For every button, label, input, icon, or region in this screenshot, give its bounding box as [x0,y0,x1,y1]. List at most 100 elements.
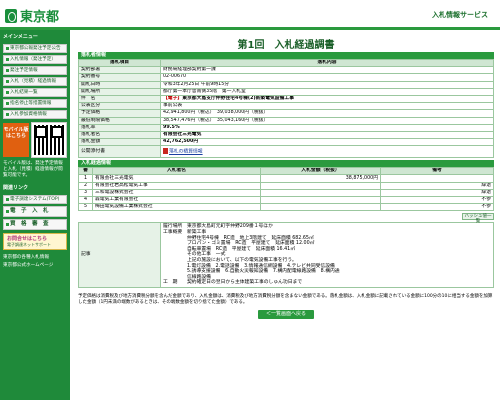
bid-no: 5 [78,203,93,212]
sidebar-item-bid-info[interactable]: 入札情報（発注予定） [3,55,67,64]
bid-amount [260,188,381,198]
row-value: 令和3年2月25日 午前9時15分 [160,80,494,89]
sidebar-item-bid-progress[interactable]: 入札（見積）経過情報 [3,77,67,86]
subject-text: 東京都大島支庁仲野住宅4号棟(2)新築電気設備工事 [182,96,294,102]
logo-text: 東京都 [20,10,60,25]
footnote: 予定価格は消費税及び地方消費税分額を含んだ金額であり、入札金額は、消費税及び地方… [78,293,493,305]
sidebar-item-suspension[interactable]: 指名停止等措置情報 [3,99,67,108]
links-title: 関連リンク [3,185,29,191]
bid-no: 2 [78,181,93,190]
bids-table: 番 入札者名 入札金額（税抜） 備考 1 有限会社三光電気 38,875,000… [78,167,494,212]
col-content: 落札内容 [160,58,494,68]
bid-no: 1 [78,174,93,183]
service-title: 入札情報サービス [432,11,488,19]
table-row: 公表区分 事前公表 [78,102,494,111]
table-row: 落札者名 有限会社三光電気 [78,130,494,140]
bid-note: 辞退 [380,188,494,198]
table-row: 記事 履行場所 東京都大島町元町字仲野209番１号ほか 工事概要 新築工事 仲野… [78,222,494,288]
sidebar-item-bid-results[interactable]: 入札結果一覧 [3,88,67,97]
link-tokyo-bid-info[interactable]: 東京都の各種入札情報 [0,253,70,261]
bid-amount [260,195,381,205]
link-e-bidding[interactable]: 電 子 入 札 [3,206,67,217]
hash-list-button[interactable]: ハッシュ値一覧 [462,213,494,224]
bid-name: 三和電設株式会社 [92,188,261,198]
table-row: 落札率 99.5% [78,123,494,132]
bids-table-header: 番 入札者名 入札金額（税抜） 備考 [78,167,494,176]
table-row: 開札日時 令和3年2月25日 午前9時15分 [78,80,494,89]
row-value: 99.5% [160,123,494,132]
row-value: 02-00670 [160,73,494,82]
table-row: 1 有限会社三光電気 38,875,000円 [78,174,494,183]
bid-note [380,174,494,183]
row-label: 開札場所 [78,87,161,96]
bid-name: 有限会社三光電気 [92,174,261,183]
row-value: 都庁第一本庁舎南側35階 第一入札室 [160,87,494,96]
table-row: 件 名 【電子】東京都大島支庁仲野住宅4号棟(2)新築電気設備工事 [78,94,494,104]
row-label: 落札率 [78,123,161,132]
row-value: 財務局経理部契約第一課 [160,66,494,75]
site-header: 東京都 入札情報サービス [0,0,500,30]
row-label: 最低制限価格 [78,116,161,125]
bid-amount [260,203,381,212]
bid-amount: 38,875,000円 [260,174,381,183]
section-winner-info: 落札者情報 [78,52,494,59]
bid-name: 梅田電気設備工業株式会社 [92,203,261,212]
col-note: 備考 [380,167,494,176]
col-number: 番 [78,167,93,176]
row-value: 有限会社三光電気 [160,130,494,140]
link-qualification-review[interactable]: 資 格 審 査 [3,219,67,230]
table-row: 開札場所 都庁第一本庁舎南側35階 第一入札室 [78,87,494,96]
bid-amount [260,181,381,190]
link-e-procurement[interactable]: 電子調達システム(TOP) [3,195,67,204]
remarks-content: 履行場所 東京都大島町元町字仲野209番１号ほか 工事概要 新築工事 仲野住宅4… [160,222,494,288]
table-row: 5 梅田電気設備工業株式会社 不参 [78,203,494,212]
bid-note: 不参 [380,195,494,205]
table-row: 契約番号 02-00670 [78,73,494,82]
row-value: 42,762,500円 [160,138,494,147]
bid-name: 森電気工業有限会社 [92,195,261,205]
winner-table: 落札項目 落札内容 契約部署 財務局経理部契約第一課 契約番号 02-00670… [78,58,494,159]
sidebar-menu-title: メインメニュー [3,34,38,40]
row-label: 件 名 [78,94,161,104]
contact-subtitle: 電子調達ネットサポート [7,242,51,247]
mobile-section: モバイル版はこちら [3,122,67,158]
page-title: 第1回 入札経過調書 [237,40,335,51]
row-value: 【電子】東京都大島支庁仲野住宅4号棟(2)新築電気設備工事 [160,94,494,104]
qr-code-icon [31,122,67,158]
mobile-note: モバイル版は、発注予定情報と入札（見積）経過情報が閲覧可能です。 [3,161,63,178]
remarks-label: 記事 [78,222,161,288]
table-row: 2 有限会社岩高松電気工事 辞退 [78,181,494,190]
tokyo-emblem-icon [5,8,17,23]
link-tokyo-official[interactable]: 東京都公式ホームページ [0,261,70,269]
row-label: 契約部署 [78,66,161,75]
row-label: 契約番号 [78,73,161,82]
bid-no: 3 [78,188,93,198]
table-row: 公開添付書 落札の積算情報 [78,145,494,159]
main-content: 第1回 入札経過調書 落札者情報 落札項目 落札内容 契約部署 財務局経理部契約… [78,30,494,319]
col-item: 落札項目 [78,58,161,68]
table-row: 4 森電気工業有限会社 不参 [78,195,494,205]
remarks-table: 記事 履行場所 東京都大島町元町字仲野209番１号ほか 工事概要 新築工事 仲野… [78,222,494,288]
section-bid-progress: 入札経過情報 [78,160,494,168]
contact-banner[interactable]: お問合せはこちら 電子調達ネットサポート [3,233,67,250]
row-label: 公開添付書 [78,145,161,159]
bid-note: 不参 [380,203,494,212]
row-label: 開札日時 [78,80,161,89]
winner-table-header: 落札項目 落札内容 [78,58,494,68]
row-value: 事前公表 [160,102,494,111]
remarks-line: 工 期 契約確定日の翌日から主体建築工事のしゅん功日まで [163,280,303,286]
tokyo-logo[interactable]: 東京都 [5,6,59,25]
table-row: 3 三和電設株式会社 辞退 [78,188,494,198]
pdf-icon [163,148,168,154]
col-amount: 入札金額（税抜） [260,167,381,176]
bid-name: 有限会社岩高松電気工事 [92,181,261,190]
table-row: 最低制限価格 38,547,476円（税込） 35,043,160円（税抜） [78,116,494,125]
row-label: 落札者名 [78,130,161,140]
sidebar-item-public-notice[interactable]: 東京都公報発注予定公告 [3,44,67,53]
mobile-link[interactable]: モバイル版はこちら [3,123,29,157]
col-bidder: 入札者名 [92,167,261,176]
back-to-list-button[interactable]: ＜一覧画面へ戻る [258,309,314,319]
sidebar-item-qualification[interactable]: 入札参加資格情報 [3,110,67,119]
attachment-link[interactable]: 落札の積算情報 [169,150,203,155]
sidebar-item-order-schedule[interactable]: 発注予定情報 [3,66,67,75]
